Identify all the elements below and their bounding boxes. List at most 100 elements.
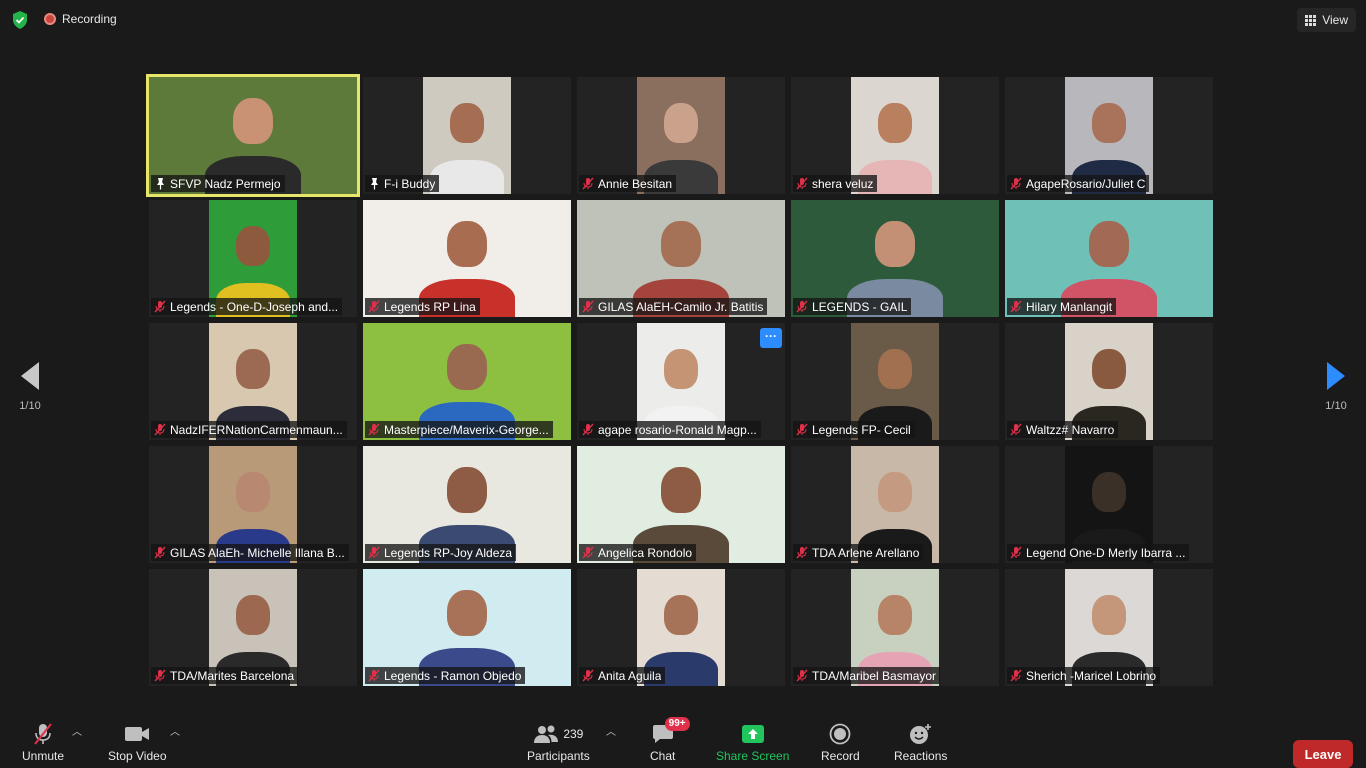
record-label: Record [821, 749, 860, 763]
person-head [236, 225, 270, 266]
participant-name-label: Legends - One-D-Joseph and... [151, 298, 343, 315]
share-screen-button[interactable]: Share Screen [716, 722, 789, 763]
participant-name: Anita Aguila [598, 668, 662, 683]
participant-name-label: GILAS AlaEh- Michelle Illana B... [151, 544, 349, 561]
participants-icon [534, 725, 559, 743]
participant-name-label: Legend One-D Merly Ibarra ... [1007, 544, 1190, 561]
participant-tile[interactable]: F-i Buddy [363, 77, 571, 194]
reactions-label: Reactions [894, 749, 948, 763]
participant-tile[interactable]: Legends - Ramon Objedo [363, 569, 571, 686]
more-options-icon[interactable]: ··· [760, 328, 782, 348]
pin-icon [368, 177, 380, 190]
participant-tile[interactable]: NadzIFERNationCarmenmaun... [149, 323, 357, 440]
participant-tile[interactable]: Masterpiece/Maverix-George... [363, 323, 571, 440]
chat-unread-badge: 99+ [664, 717, 690, 731]
participant-name: GILAS AlaEH-Camilo Jr. Batitis [598, 299, 764, 314]
participant-tile[interactable]: Legends FP- Cecil [791, 323, 999, 440]
mic-muted-icon [582, 300, 594, 313]
participant-tile[interactable]: SFVP Nadz Permejo [146, 74, 360, 197]
participant-name: GILAS AlaEh- Michelle Illana B... [170, 545, 345, 560]
participant-name: Angelica Rondolo [598, 545, 693, 560]
mic-muted-icon [154, 300, 166, 313]
participant-name-label: TDA/Maribel Basmayor [793, 667, 941, 684]
person-head [661, 221, 701, 268]
stop-video-label: Stop Video [108, 749, 167, 763]
participant-tile[interactable]: Sherich -Maricel Lobrino [1005, 569, 1213, 686]
participant-name: Legends FP- Cecil [812, 422, 911, 437]
participant-tile[interactable]: LEGENDS - GAIL [791, 200, 999, 317]
reactions-button[interactable]: Reactions [894, 722, 947, 763]
person-head [447, 221, 487, 268]
recording-label: Recording [62, 12, 117, 26]
person-head [661, 467, 701, 514]
person-head [1092, 348, 1126, 389]
stop-video-button[interactable]: Stop Video [108, 722, 167, 763]
participant-tile[interactable]: Legends - One-D-Joseph and... [149, 200, 357, 317]
unmute-button[interactable]: Unmute [22, 722, 64, 763]
participants-options-caret-icon[interactable]: ︿ [606, 728, 616, 738]
page-indicator-left: 1/10 [19, 400, 41, 412]
next-page-button[interactable]: 1/10 [1316, 362, 1356, 412]
participant-name-label: LEGENDS - GAIL [793, 298, 912, 315]
participants-count: 239 [563, 727, 584, 741]
meeting-toolbar: Unmute ︿ Stop Video ︿ 239 Participants ︿… [0, 712, 1366, 768]
participants-icon-wrap: 239 [533, 722, 583, 746]
video-options-caret-icon[interactable]: ︿ [170, 728, 180, 738]
participant-tile[interactable]: Anita Aguila [577, 569, 785, 686]
participant-name: Hilary Manlangit [1026, 299, 1113, 314]
view-button[interactable]: View [1297, 8, 1356, 32]
person-head [447, 590, 487, 637]
person-head [450, 102, 484, 143]
mic-muted-icon [32, 722, 54, 746]
chat-button[interactable]: 99+ Chat [650, 717, 690, 763]
record-button[interactable]: Record [821, 722, 860, 763]
participant-name: Legend One-D Merly Ibarra ... [1026, 545, 1186, 560]
person-head [1092, 102, 1126, 143]
recording-indicator[interactable]: Recording [44, 12, 117, 26]
participant-name: TDA Arlene Arellano [812, 545, 920, 560]
participant-tile[interactable]: GILAS AlaEh- Michelle Illana B... [149, 446, 357, 563]
participant-tile[interactable]: Angelica Rondolo [577, 446, 785, 563]
participant-name-label: Masterpiece/Maverix-George... [365, 421, 553, 438]
participant-tile[interactable]: TDA Arlene Arellano [791, 446, 999, 563]
participant-name-label: Anita Aguila [579, 667, 666, 684]
mic-muted-icon [1010, 300, 1022, 313]
person-head [875, 221, 915, 268]
participant-tile[interactable]: Hilary Manlangit [1005, 200, 1213, 317]
participant-name-label: SFVP Nadz Permejo [151, 175, 285, 192]
participant-tile[interactable]: AgapeRosario/Juliet C [1005, 77, 1213, 194]
record-icon [829, 722, 851, 746]
participant-tile[interactable]: TDA/Marites Barcelona [149, 569, 357, 686]
participant-tile[interactable]: shera veluz [791, 77, 999, 194]
participant-tile[interactable]: GILAS AlaEH-Camilo Jr. Batitis [577, 200, 785, 317]
leave-button[interactable]: Leave [1293, 740, 1353, 768]
participant-tile[interactable]: TDA/Maribel Basmayor [791, 569, 999, 686]
person-head [1092, 471, 1126, 512]
participant-name-label: Waltzz# Navarro [1007, 421, 1119, 438]
participant-name-label: NadzIFERNationCarmenmaun... [151, 421, 347, 438]
participant-tile[interactable]: Legends RP Lina [363, 200, 571, 317]
participant-tile[interactable]: Legends RP-Joy Aldeza [363, 446, 571, 563]
security-shield-icon[interactable] [10, 10, 30, 30]
audio-options-caret-icon[interactable]: ︿ [72, 728, 82, 738]
meeting-window: Recording View 1/10 1/10 SFVP Nadz Perme… [0, 0, 1366, 768]
person-head [1092, 594, 1126, 635]
mic-muted-icon [154, 423, 166, 436]
person-body [430, 160, 504, 194]
participant-name-label: Legends RP-Joy Aldeza [365, 544, 517, 561]
participant-name: TDA/Marites Barcelona [170, 668, 295, 683]
previous-page-button[interactable]: 1/10 [10, 362, 50, 412]
participant-tile[interactable]: Waltzz# Navarro [1005, 323, 1213, 440]
mic-muted-icon [796, 669, 808, 682]
mic-muted-icon [1010, 423, 1022, 436]
participants-button[interactable]: 239 Participants [527, 722, 590, 763]
participant-tile[interactable]: ··· agape rosario-Ronald Magp... [577, 323, 785, 440]
gallery-grid: SFVP Nadz Permejo F-i Buddy Annie Besitan s… [146, 74, 1217, 686]
participant-name: Legends - One-D-Joseph and... [170, 299, 339, 314]
mic-muted-icon [1010, 177, 1022, 190]
view-label: View [1322, 13, 1348, 27]
participant-tile[interactable]: Annie Besitan [577, 77, 785, 194]
participant-tile[interactable]: Legend One-D Merly Ibarra ... [1005, 446, 1213, 563]
participant-name: agape rosario-Ronald Magp... [598, 422, 757, 437]
person-head [447, 467, 487, 514]
